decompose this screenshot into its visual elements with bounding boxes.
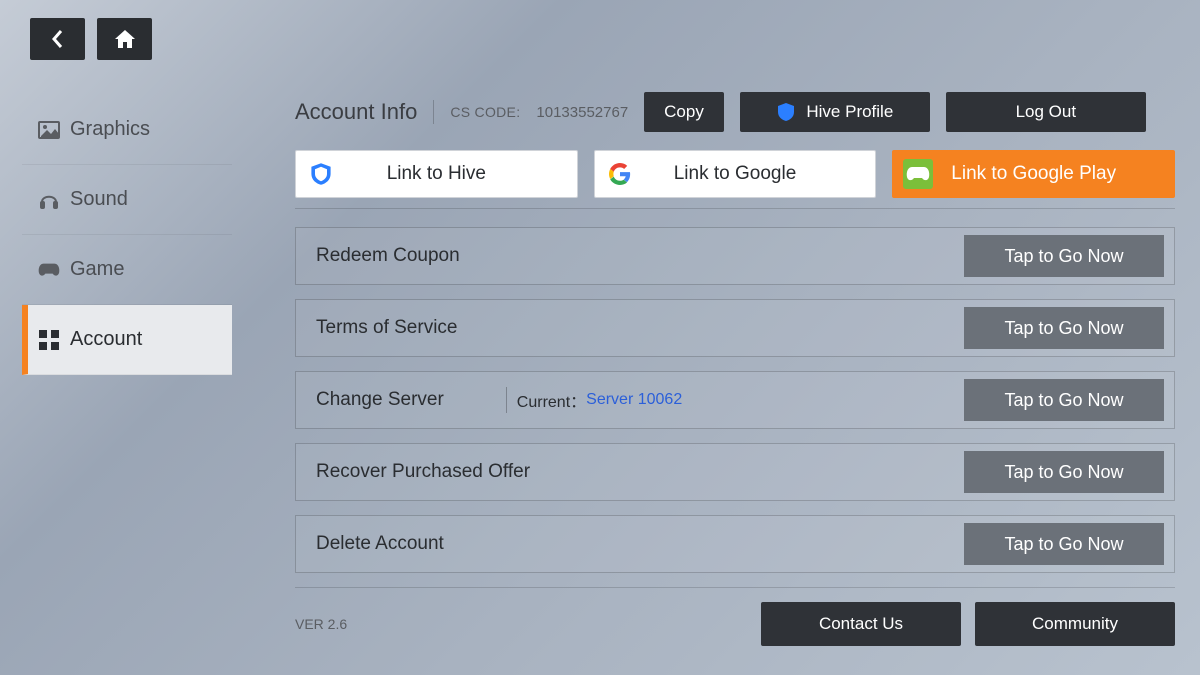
sidebar-item-label: Account bbox=[70, 328, 142, 351]
link-google-label: Link to Google bbox=[674, 163, 797, 185]
link-hive-button[interactable]: Link to Hive bbox=[295, 150, 578, 198]
link-google-play-button[interactable]: Link to Google Play bbox=[892, 150, 1175, 198]
link-google-play-label: Link to Google Play bbox=[951, 163, 1116, 185]
logout-button[interactable]: Log Out bbox=[946, 92, 1146, 132]
change-server-row: Change Server Current： Server 10062 Tap … bbox=[295, 371, 1175, 429]
divider bbox=[295, 208, 1175, 209]
headphones-icon bbox=[38, 190, 60, 210]
sidebar-item-label: Graphics bbox=[70, 118, 150, 141]
hive-shield-icon bbox=[306, 159, 336, 189]
change-server-go-button[interactable]: Tap to Go Now bbox=[964, 379, 1164, 421]
terms-row: Terms of Service Tap to Go Now bbox=[295, 299, 1175, 357]
shield-icon bbox=[776, 102, 796, 122]
contact-us-button[interactable]: Contact Us bbox=[761, 602, 961, 646]
redeem-coupon-row: Redeem Coupon Tap to Go Now bbox=[295, 227, 1175, 285]
recover-label: Recover Purchased Offer bbox=[316, 461, 530, 483]
divider bbox=[295, 587, 1175, 588]
account-panel: Account Info CS CODE: 10133552767 Copy H… bbox=[295, 92, 1175, 646]
delete-label: Delete Account bbox=[316, 533, 444, 555]
current-server-value: Server 10062 bbox=[586, 391, 682, 409]
divider bbox=[433, 100, 434, 124]
sidebar-item-game[interactable]: Game bbox=[22, 235, 232, 305]
cs-code-value: 10133552767 bbox=[536, 104, 628, 121]
hive-profile-label: Hive Profile bbox=[806, 102, 893, 122]
recover-offer-row: Recover Purchased Offer Tap to Go Now bbox=[295, 443, 1175, 501]
community-button[interactable]: Community bbox=[975, 602, 1175, 646]
sidebar-item-graphics[interactable]: Graphics bbox=[22, 95, 232, 165]
home-button[interactable] bbox=[97, 18, 152, 60]
settings-sidebar: Graphics Sound Game Account bbox=[22, 95, 232, 375]
gamepad-icon bbox=[38, 260, 60, 280]
recover-go-button[interactable]: Tap to Go Now bbox=[964, 451, 1164, 493]
page-title: Account Info bbox=[295, 99, 417, 125]
current-server-label: Current： bbox=[517, 388, 586, 412]
link-google-button[interactable]: Link to Google bbox=[594, 150, 877, 198]
chevron-left-icon bbox=[50, 29, 66, 49]
change-server-label: Change Server bbox=[316, 389, 444, 411]
sidebar-item-account[interactable]: Account bbox=[22, 305, 232, 375]
terms-label: Terms of Service bbox=[316, 317, 457, 339]
play-games-icon bbox=[903, 159, 933, 189]
home-icon bbox=[114, 29, 136, 49]
image-icon bbox=[38, 120, 60, 140]
grid-icon bbox=[38, 330, 60, 350]
redeem-label: Redeem Coupon bbox=[316, 245, 460, 267]
delete-go-button[interactable]: Tap to Go Now bbox=[964, 523, 1164, 565]
divider bbox=[506, 387, 507, 413]
sidebar-item-label: Game bbox=[70, 258, 124, 281]
hive-profile-button[interactable]: Hive Profile bbox=[740, 92, 930, 132]
cs-code-label: CS CODE: bbox=[450, 104, 520, 120]
copy-button[interactable]: Copy bbox=[644, 92, 724, 132]
link-hive-label: Link to Hive bbox=[387, 163, 486, 185]
sidebar-item-sound[interactable]: Sound bbox=[22, 165, 232, 235]
delete-account-row: Delete Account Tap to Go Now bbox=[295, 515, 1175, 573]
back-button[interactable] bbox=[30, 18, 85, 60]
sidebar-item-label: Sound bbox=[70, 188, 128, 211]
redeem-go-button[interactable]: Tap to Go Now bbox=[964, 235, 1164, 277]
google-icon bbox=[605, 159, 635, 189]
version-label: VER 2.6 bbox=[295, 616, 347, 632]
terms-go-button[interactable]: Tap to Go Now bbox=[964, 307, 1164, 349]
